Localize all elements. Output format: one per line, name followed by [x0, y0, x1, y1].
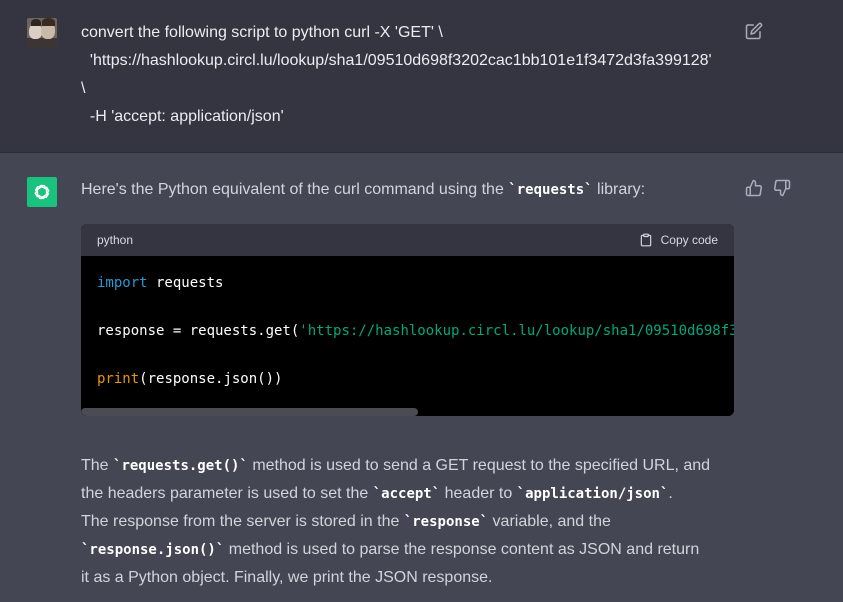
code-text: (response.json()) — [139, 371, 283, 387]
horizontal-scrollbar[interactable] — [81, 408, 418, 416]
paragraph-line: the headers parameter is used to set the… — [81, 480, 741, 508]
code-body[interactable]: import requests response = requests.get(… — [81, 256, 734, 416]
code-line: import requests — [97, 275, 223, 291]
openai-logo-icon — [34, 184, 50, 200]
code-keyword: import — [97, 275, 148, 291]
paragraph-line: The `requests.get()` method is used to s… — [81, 452, 741, 480]
user-avatar — [27, 18, 57, 48]
para-text: The response from the server is stored i… — [81, 513, 404, 530]
inline-code: `application/json` — [516, 486, 669, 502]
assistant-explanation: The `requests.get()` method is used to s… — [81, 452, 741, 592]
code-line: print(response.json()) — [97, 371, 282, 387]
thumbs-down-icon[interactable] — [773, 179, 791, 197]
intro-text: Here's the Python equivalent of the curl… — [81, 181, 509, 198]
para-text: the headers parameter is used to set the — [81, 485, 373, 502]
user-message-line: -H 'accept: application/json' — [81, 108, 284, 125]
para-text: The — [81, 457, 114, 474]
inline-code: `response` — [403, 514, 489, 530]
code-text: requests — [147, 275, 224, 291]
paragraph-line: it as a Python object. Finally, we print… — [81, 569, 493, 586]
user-message-text: convert the following script to python c… — [81, 19, 741, 131]
user-message-line: convert the following script to python c… — [81, 24, 443, 41]
code-string: 'https://hashlookup.circl.lu/lookup/sha1… — [299, 323, 734, 339]
clipboard-icon — [640, 233, 651, 247]
thumbs-up-icon[interactable] — [745, 179, 763, 197]
code-block: python Copy code import requests respons… — [81, 224, 734, 416]
inline-code: `accept` — [372, 486, 441, 502]
edit-icon[interactable] — [745, 22, 763, 40]
paragraph-line: The response from the server is stored i… — [81, 508, 741, 536]
para-text: . — [668, 485, 673, 502]
code-text: response = requests.get( — [97, 323, 300, 339]
paragraph-line: `response.json()` method is used to pars… — [81, 536, 741, 564]
assistant-intro: Here's the Python equivalent of the curl… — [81, 176, 741, 204]
assistant-avatar — [27, 177, 57, 207]
user-message-line: 'https://hashlookup.circl.lu/lookup/sha1… — [81, 52, 712, 69]
para-text: method is used to parse the response con… — [224, 541, 700, 558]
inline-code: `response.json()` — [81, 542, 225, 558]
para-text: variable, and the — [488, 513, 611, 530]
user-message-line: \ — [81, 80, 86, 97]
code-block-header: python Copy code — [81, 224, 734, 256]
para-text: method is used to send a GET request to … — [247, 457, 711, 474]
copy-code-button[interactable]: Copy code — [639, 233, 718, 247]
code-function: print — [97, 371, 140, 387]
inline-code: `requests.get()` — [113, 458, 248, 474]
user-message-row: convert the following script to python c… — [0, 0, 843, 153]
copy-code-label: Copy code — [660, 233, 718, 247]
code-language-label: python — [97, 233, 134, 247]
intro-text: library: — [592, 181, 646, 198]
para-text: header to — [440, 485, 517, 502]
inline-code: `requests` — [508, 182, 593, 198]
code-line: response = requests.get('https://hashloo… — [97, 323, 734, 339]
